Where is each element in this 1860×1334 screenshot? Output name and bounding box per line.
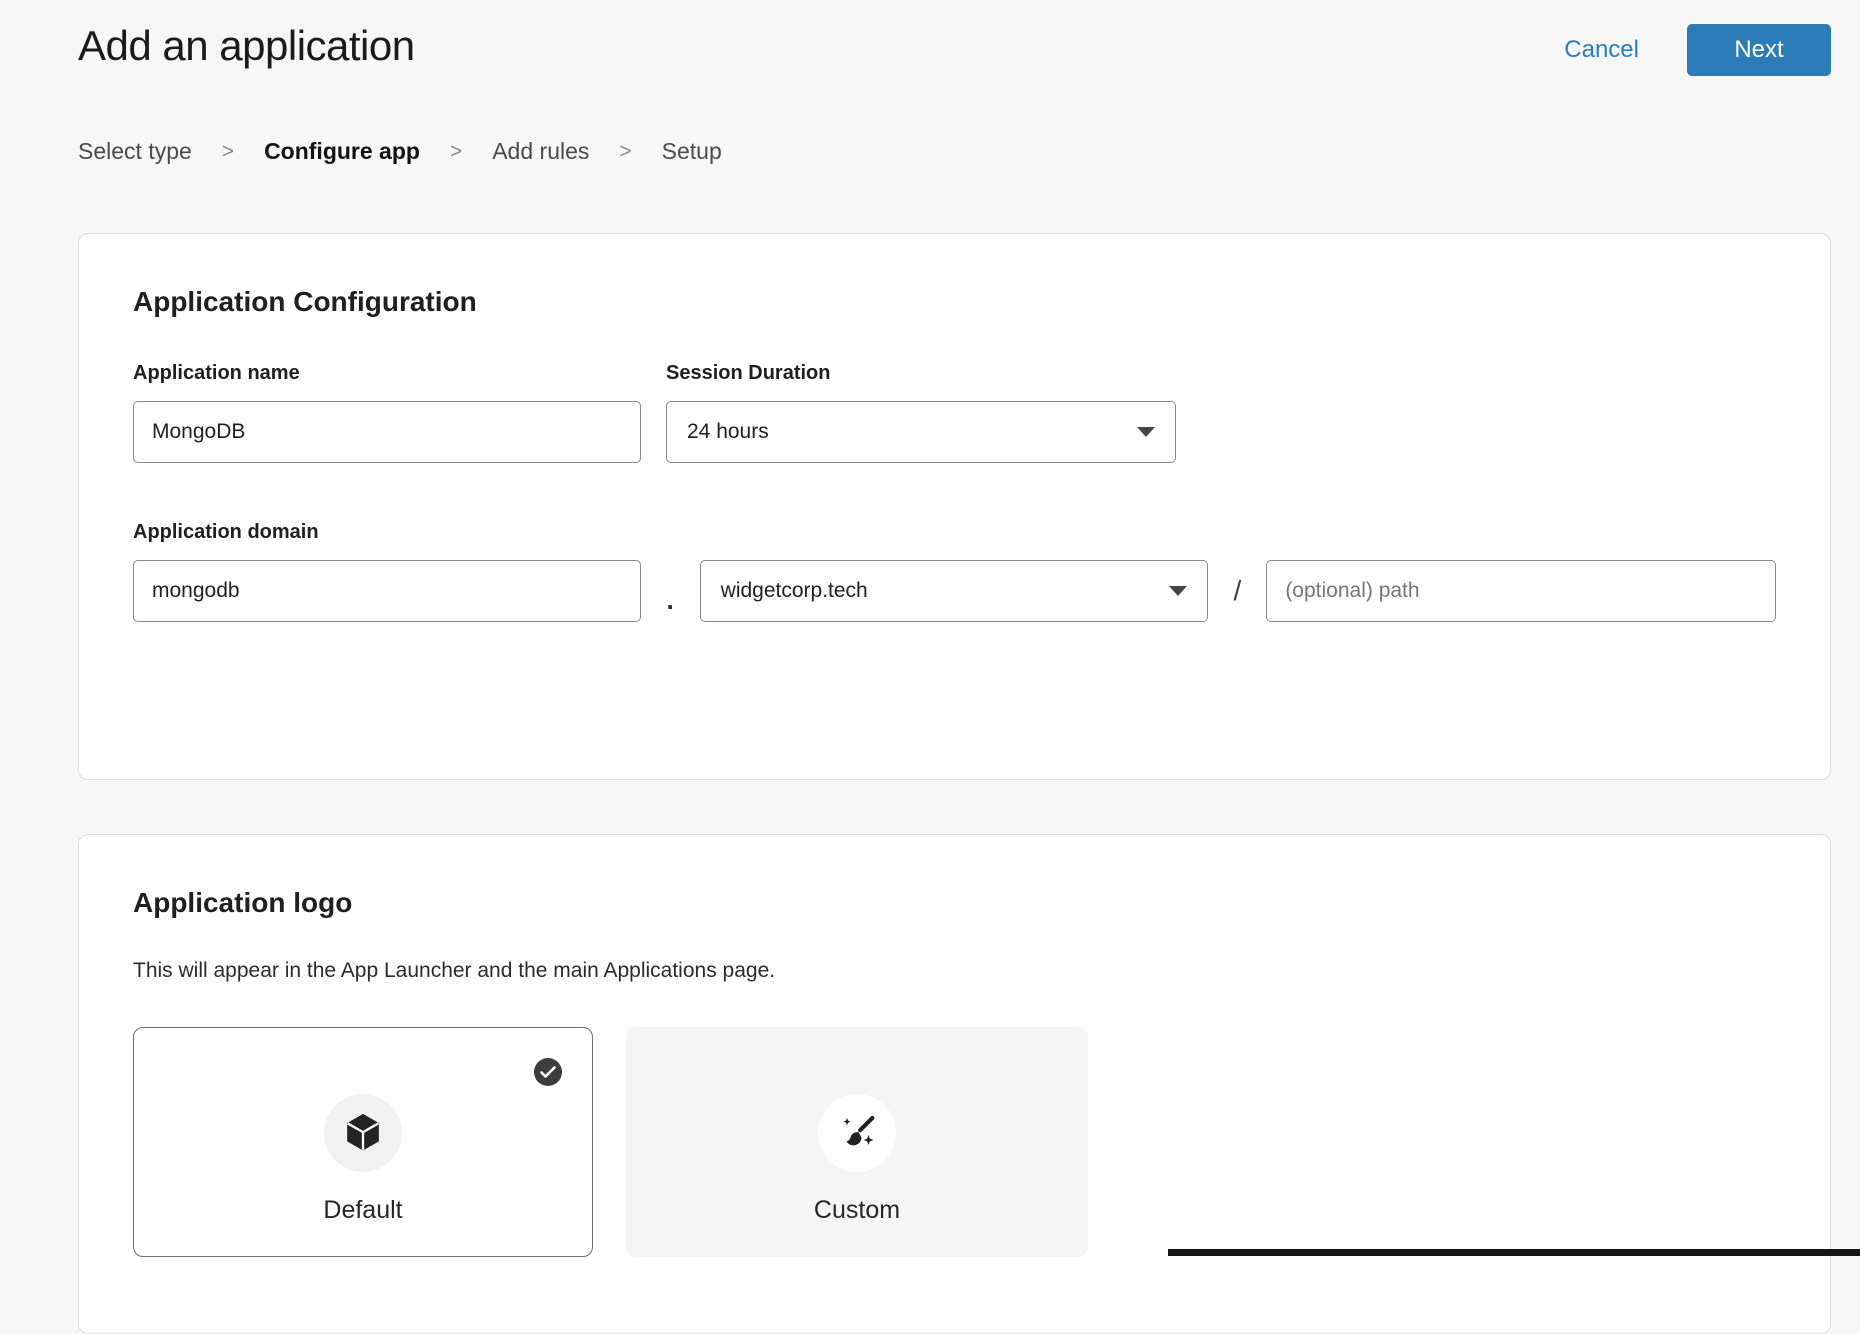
bottom-dark-strip bbox=[1168, 1249, 1860, 1256]
logo-option-label: Default bbox=[323, 1196, 402, 1225]
step-separator: > bbox=[450, 140, 462, 164]
cancel-button[interactable]: Cancel bbox=[1564, 36, 1639, 64]
step-separator: > bbox=[222, 140, 234, 164]
dot-separator: . bbox=[641, 585, 700, 622]
configuration-heading: Application Configuration bbox=[133, 286, 1776, 318]
header-actions: Cancel Next bbox=[1564, 22, 1831, 76]
chevron-down-icon bbox=[1137, 427, 1155, 437]
next-button[interactable]: Next bbox=[1687, 24, 1831, 76]
main-content: Add an application Cancel Next Select ty… bbox=[78, 0, 1831, 1334]
domain-value: widgetcorp.tech bbox=[721, 579, 868, 603]
logo-description: This will appear in the App Launcher and… bbox=[133, 959, 1776, 983]
logo-option-label: Custom bbox=[814, 1196, 900, 1225]
application-name-field: Application name bbox=[133, 362, 641, 463]
chevron-down-icon bbox=[1169, 586, 1187, 596]
step-setup[interactable]: Setup bbox=[662, 138, 722, 165]
logo-options: Default Custom bbox=[133, 1027, 1776, 1257]
name-session-row: Application name Session Duration 24 hou… bbox=[133, 362, 1776, 463]
session-duration-field: Session Duration 24 hours bbox=[666, 362, 1176, 463]
subdomain-input[interactable] bbox=[133, 560, 641, 622]
application-domain-label: Application domain bbox=[133, 521, 1776, 544]
step-separator: > bbox=[619, 140, 631, 164]
logo-heading: Application logo bbox=[133, 887, 1776, 919]
domain-select[interactable]: widgetcorp.tech bbox=[700, 560, 1209, 622]
step-select-type[interactable]: Select type bbox=[78, 138, 192, 165]
page-title: Add an application bbox=[78, 22, 415, 70]
step-configure-app[interactable]: Configure app bbox=[264, 138, 420, 165]
wizard-steps: Select type > Configure app > Add rules … bbox=[78, 138, 1831, 165]
application-domain-row: . widgetcorp.tech / bbox=[133, 560, 1776, 622]
default-logo-circle bbox=[324, 1094, 402, 1172]
logo-option-default[interactable]: Default bbox=[133, 1027, 593, 1257]
application-name-input[interactable] bbox=[133, 401, 641, 463]
application-configuration-card: Application Configuration Application na… bbox=[78, 233, 1831, 780]
custom-logo-circle bbox=[818, 1094, 896, 1172]
cube-icon bbox=[343, 1112, 383, 1154]
session-duration-label: Session Duration bbox=[666, 362, 1176, 385]
page-header: Add an application Cancel Next bbox=[78, 0, 1831, 76]
step-add-rules[interactable]: Add rules bbox=[492, 138, 589, 165]
application-logo-card: Application logo This will appear in the… bbox=[78, 834, 1831, 1334]
session-duration-select[interactable]: 24 hours bbox=[666, 401, 1176, 463]
slash-separator: / bbox=[1208, 575, 1266, 607]
path-input[interactable] bbox=[1266, 560, 1776, 622]
selected-check-badge bbox=[534, 1058, 562, 1086]
paintbrush-icon bbox=[836, 1112, 878, 1154]
session-duration-value: 24 hours bbox=[687, 420, 769, 444]
application-domain-field: Application domain . widgetcorp.tech / bbox=[133, 521, 1776, 622]
check-icon bbox=[540, 1066, 556, 1079]
application-name-label: Application name bbox=[133, 362, 641, 385]
logo-option-custom[interactable]: Custom bbox=[626, 1027, 1088, 1257]
